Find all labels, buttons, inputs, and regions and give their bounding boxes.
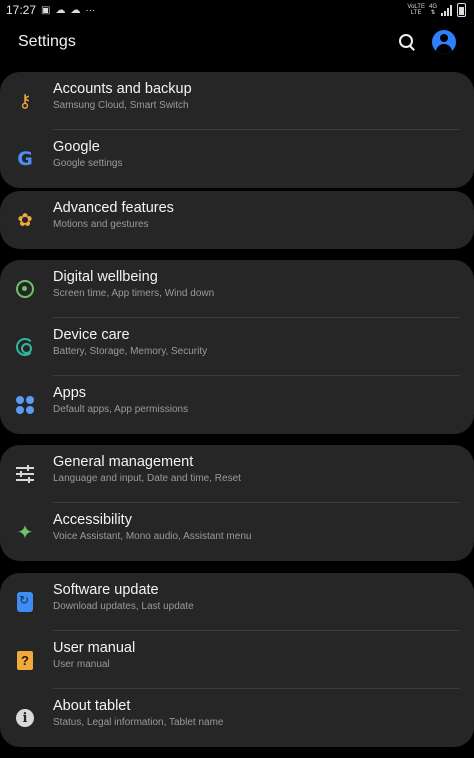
settings-item-apps[interactable]: Apps Default apps, App permissions [0, 376, 474, 434]
accessibility-icon: ✦ [16, 521, 34, 544]
settings-item-title: Accessibility [53, 512, 132, 528]
device-care-icon [14, 336, 36, 358]
settings-item-advanced-features[interactable]: ✿ Advanced features Motions and gestures [0, 191, 474, 249]
settings-group-device: Digital wellbeing Screen time, App timer… [0, 260, 474, 434]
settings-item-about-tablet[interactable]: i About tablet Status, Legal information… [0, 689, 474, 747]
settings-item-general-management[interactable]: General management Language and input, D… [0, 445, 474, 503]
settings-item-title: Advanced features [53, 200, 174, 216]
settings-item-title: Apps [53, 385, 87, 401]
cloud-sync-icon: ☁ [70, 4, 81, 16]
settings-item-google[interactable]: G Google Google settings [0, 130, 474, 188]
settings-item-title: General management [53, 454, 194, 470]
profile-avatar-icon[interactable] [432, 30, 456, 54]
settings-item-accessibility[interactable]: ✦ Accessibility Voice Assistant, Mono au… [0, 503, 474, 561]
search-icon[interactable] [398, 33, 416, 51]
status-bar: 17:27 ▣ ☁ ☁ ··· VoLTE LTE 4G ⇅ [0, 0, 474, 20]
user-manual-icon: ? [14, 649, 36, 671]
cloud-sync-icon: ☁ [55, 4, 66, 16]
volte-indicator: VoLTE LTE [407, 4, 425, 16]
signal-icon [441, 4, 453, 16]
settings-item-title: Software update [53, 582, 159, 598]
settings-item-subtitle: Google settings [53, 158, 123, 169]
settings-item-title: Digital wellbeing [53, 269, 158, 285]
image-icon: ▣ [41, 4, 51, 16]
gear-plus-icon: ✿ [17, 209, 33, 230]
settings-item-subtitle: Status, Legal information, Tablet name [53, 717, 224, 728]
settings-item-title: Google [53, 139, 100, 155]
battery-icon [457, 3, 466, 17]
settings-item-subtitle: Language and input, Date and time, Reset [53, 473, 241, 484]
settings-item-title: Accounts and backup [53, 81, 192, 97]
settings-item-subtitle: Motions and gestures [53, 219, 149, 230]
settings-item-subtitle: User manual [53, 659, 110, 670]
settings-item-subtitle: Samsung Cloud, Smart Switch [53, 100, 189, 111]
status-bar-left: 17:27 ▣ ☁ ☁ ··· [6, 3, 95, 17]
app-bar-actions [398, 30, 456, 54]
software-update-icon [14, 591, 36, 613]
more-dots-icon: ··· [85, 4, 96, 16]
status-time: 17:27 [6, 3, 37, 17]
settings-group-advanced: ✿ Advanced features Motions and gestures [0, 191, 474, 249]
info-icon: i [14, 707, 36, 729]
settings-item-device-care[interactable]: Device care Battery, Storage, Memory, Se… [0, 318, 474, 376]
wellbeing-icon [14, 278, 36, 300]
settings-item-subtitle: Default apps, App permissions [53, 404, 189, 415]
apps-grid-icon [14, 394, 36, 416]
settings-item-subtitle: Download updates, Last update [53, 601, 194, 612]
status-bar-right: VoLTE LTE 4G ⇅ [407, 3, 466, 17]
key-icon: ⚷ [18, 90, 32, 111]
page-title: Settings [18, 33, 76, 50]
sliders-icon [14, 463, 36, 485]
google-icon: G [17, 148, 33, 170]
network-4g-indicator: 4G ⇅ [428, 4, 437, 16]
settings-item-subtitle: Screen time, App timers, Wind down [53, 288, 215, 299]
settings-group-management: General management Language and input, D… [0, 445, 474, 561]
settings-group-support: Software update Download updates, Last u… [0, 573, 474, 747]
settings-item-user-manual[interactable]: ? User manual User manual [0, 631, 474, 689]
settings-item-accounts-backup[interactable]: ⚷ Accounts and backup Samsung Cloud, Sma… [0, 72, 474, 130]
settings-item-subtitle: Battery, Storage, Memory, Security [53, 346, 208, 357]
settings-item-title: User manual [53, 640, 136, 656]
settings-item-title: About tablet [53, 698, 131, 714]
settings-item-title: Device care [53, 327, 130, 343]
settings-item-software-update[interactable]: Software update Download updates, Last u… [0, 573, 474, 631]
settings-item-digital-wellbeing[interactable]: Digital wellbeing Screen time, App timer… [0, 260, 474, 318]
data-arrows-icon: ⇅ [430, 10, 436, 16]
settings-group-accounts: ⚷ Accounts and backup Samsung Cloud, Sma… [0, 72, 474, 188]
app-bar: Settings [0, 20, 474, 64]
settings-item-subtitle: Voice Assistant, Mono audio, Assistant m… [53, 531, 252, 542]
